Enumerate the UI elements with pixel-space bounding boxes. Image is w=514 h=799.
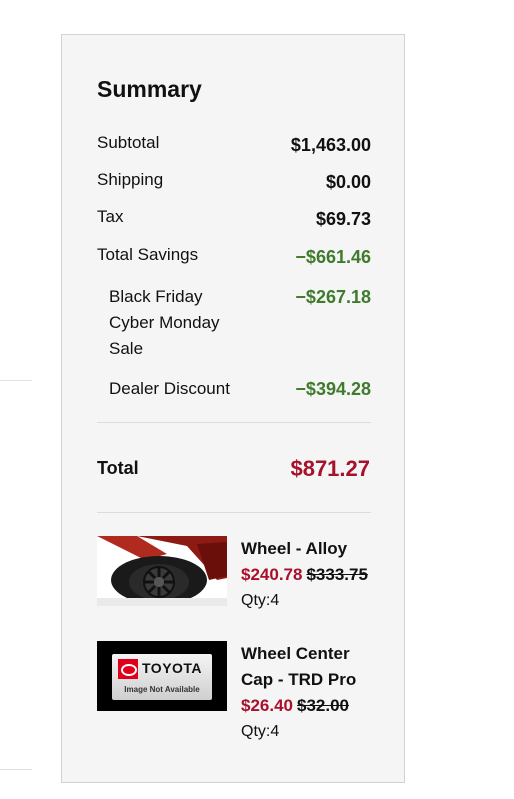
product-prices: $240.78 $333.75 bbox=[241, 562, 371, 588]
subtotal-label: Subtotal bbox=[97, 133, 160, 152]
sale-price: $26.40 bbox=[241, 696, 293, 715]
placeholder-caption: Image Not Available bbox=[124, 685, 200, 694]
product-info: Wheel - Alloy $240.78 $333.75 Qty:4 bbox=[241, 536, 371, 614]
summary-divider bbox=[97, 422, 371, 423]
wheel-alloy-image bbox=[97, 536, 227, 606]
total-savings-label: Total Savings bbox=[97, 245, 199, 264]
order-summary-panel: Summary Subtotal $1,463.00 Shipping $0.0… bbox=[61, 34, 405, 783]
subtotal-value: $1,463.00 bbox=[290, 135, 371, 155]
product-image[interactable]: TOYOTA Image Not Available bbox=[97, 641, 227, 711]
product-info: Wheel Center Cap - TRD Pro $26.40 $32.00 … bbox=[241, 641, 371, 745]
shipping-label: Shipping bbox=[97, 170, 164, 189]
savings-value: −$394.28 bbox=[295, 379, 371, 399]
original-price: $32.00 bbox=[297, 696, 349, 715]
shipping-value: $0.00 bbox=[325, 172, 371, 192]
total-savings-value: −$661.46 bbox=[295, 247, 371, 267]
total-label: Total bbox=[97, 458, 139, 478]
product-image[interactable] bbox=[97, 536, 227, 606]
savings-label: Black Friday Cyber Monday Sale bbox=[109, 287, 220, 358]
product-quantity: Qty:4 bbox=[241, 592, 280, 609]
image-not-available-placeholder: TOYOTA Image Not Available bbox=[112, 654, 212, 700]
product-name[interactable]: Wheel Center Cap - TRD Pro bbox=[241, 641, 371, 693]
original-price: $333.75 bbox=[306, 565, 368, 584]
tax-label: Tax bbox=[97, 207, 124, 226]
total-value: $871.27 bbox=[290, 456, 370, 481]
savings-value: −$267.18 bbox=[295, 287, 371, 307]
sale-price: $240.78 bbox=[241, 565, 303, 584]
placeholder-brand: TOYOTA bbox=[142, 660, 203, 676]
toyota-logo-icon bbox=[118, 659, 138, 679]
tax-value: $69.73 bbox=[315, 209, 371, 229]
savings-label: Dealer Discount bbox=[109, 379, 230, 398]
left-divider-bottom bbox=[0, 769, 32, 770]
items-divider bbox=[97, 512, 371, 513]
summary-title: Summary bbox=[97, 76, 202, 102]
product-prices: $26.40 $32.00 bbox=[241, 693, 371, 719]
product-name[interactable]: Wheel - Alloy bbox=[241, 536, 371, 562]
left-divider-top bbox=[0, 380, 32, 381]
product-quantity: Qty:4 bbox=[241, 723, 280, 740]
